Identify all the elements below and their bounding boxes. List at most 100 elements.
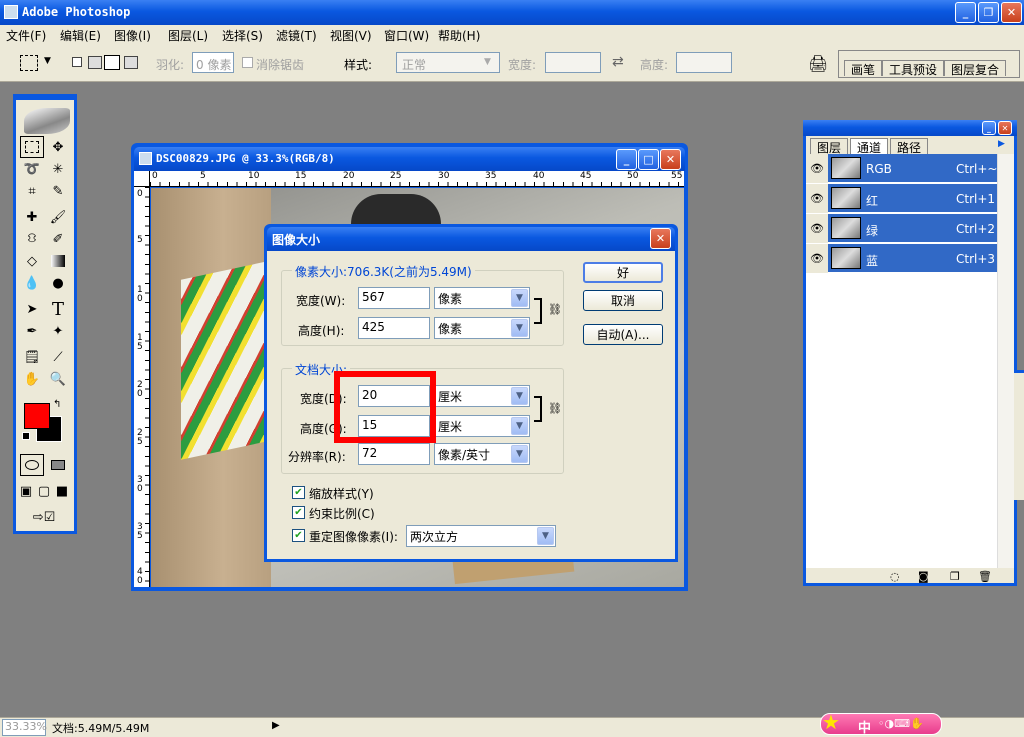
history-brush-tool-icon[interactable]: ✐ — [46, 228, 70, 250]
resample-checkbox[interactable]: ✔ — [292, 529, 305, 542]
selection-new-icon[interactable] — [72, 57, 82, 67]
zoom-tool-icon[interactable]: 🔍 — [46, 368, 70, 390]
minimize-button[interactable]: _ — [955, 2, 976, 23]
cancel-button[interactable]: 取消 — [583, 290, 663, 311]
lasso-tool-icon[interactable]: ➰ — [20, 158, 44, 180]
selection-intersect-icon[interactable] — [124, 56, 138, 69]
screen-mode-full-menu-icon[interactable]: ▢ — [36, 480, 52, 502]
channel-as-selection-icon[interactable]: ◌ — [890, 570, 900, 583]
menu-layer[interactable]: 图层(L) — [168, 27, 208, 45]
type-tool-icon[interactable]: T — [46, 298, 70, 320]
shape-tool-icon[interactable]: ✦ — [46, 320, 70, 342]
constrain-proportions-checkbox[interactable]: ✔ — [292, 506, 305, 519]
resolution-input[interactable]: 72 — [358, 443, 430, 465]
palette-tab-layers[interactable]: 图层 — [810, 138, 849, 155]
swap-colors-icon[interactable]: ↰ — [53, 399, 61, 410]
jump-to-imageready-icon[interactable]: ⇨☑ — [22, 506, 66, 528]
restore-button[interactable]: ❐ — [978, 2, 999, 23]
palette-scrollbar[interactable] — [997, 154, 1014, 568]
quick-mask-mode-icon[interactable] — [46, 454, 70, 476]
brush-tool-icon[interactable]: 🖌 — [46, 206, 70, 228]
marquee-tool-icon[interactable] — [20, 136, 44, 158]
gradient-tool-icon[interactable] — [46, 250, 70, 272]
new-channel-icon[interactable]: ❐ — [950, 570, 960, 583]
document-maximize-button[interactable]: □ — [638, 149, 659, 170]
pixel-width-unit-select[interactable]: 像素 ▼ — [434, 287, 530, 309]
pixel-height-input[interactable]: 425 — [358, 317, 430, 339]
selection-add-icon[interactable] — [88, 56, 102, 69]
ime-options-icon[interactable]: ◦◑⌨✋ — [878, 717, 924, 730]
pixel-width-input[interactable]: 567 — [358, 287, 430, 309]
standard-mode-icon[interactable] — [20, 454, 44, 476]
ime-mode-label[interactable]: 中 — [858, 717, 871, 736]
clone-stamp-tool-icon[interactable]: ⛻ — [20, 228, 44, 250]
palette-tab-brushes[interactable]: 画笔 — [844, 60, 883, 77]
move-tool-icon[interactable]: ✥ — [46, 136, 70, 158]
eye-icon[interactable]: 👁 — [806, 214, 828, 243]
zoom-level[interactable]: 33.33% — [2, 719, 47, 736]
palette-menu-icon[interactable]: ▶ — [998, 139, 1005, 149]
palette-tab-layer-comps[interactable]: 图层复合 — [944, 60, 1007, 77]
channel-row[interactable]: 👁 RGB Ctrl+~ — [806, 154, 1014, 183]
eraser-tool-icon[interactable]: ◇ — [20, 250, 44, 272]
document-minimize-button[interactable]: _ — [616, 149, 637, 170]
document-close-button[interactable]: ✕ — [660, 149, 681, 170]
ok-button[interactable]: 好 — [583, 262, 663, 283]
menu-select[interactable]: 选择(S) — [222, 27, 263, 45]
trash-icon[interactable]: 🗑 — [978, 570, 992, 583]
channel-row[interactable]: 👁 绿 Ctrl+2 — [806, 214, 1014, 243]
channel-row[interactable]: 👁 红 Ctrl+1 — [806, 184, 1014, 213]
dialog-close-button[interactable]: ✕ — [650, 228, 671, 249]
pixel-height-unit-select[interactable]: 像素 ▼ — [434, 317, 530, 339]
screen-mode-full-icon[interactable]: ■ — [54, 480, 70, 502]
close-button[interactable]: ✕ — [1001, 2, 1022, 23]
dialog-titlebar[interactable] — [267, 227, 675, 251]
palette-minimize-button[interactable]: _ — [982, 121, 996, 135]
notes-tool-icon[interactable]: 🗒 — [20, 346, 44, 368]
healing-brush-tool-icon[interactable]: ✚ — [20, 206, 44, 228]
dodge-tool-icon[interactable]: ● — [46, 272, 70, 294]
palette-close-button[interactable]: ✕ — [998, 121, 1012, 135]
screen-mode-standard-icon[interactable]: ▣ — [18, 480, 34, 502]
width-input[interactable] — [545, 52, 601, 73]
eye-icon[interactable]: 👁 — [806, 154, 828, 183]
eye-icon[interactable]: 👁 — [806, 184, 828, 213]
resolution-unit-select[interactable]: 像素/英寸 ▼ — [434, 443, 530, 465]
palette-tab-paths[interactable]: 路径 — [890, 138, 929, 155]
palette-tab-tool-presets[interactable]: 工具预设 — [882, 60, 945, 77]
chevron-down-icon[interactable]: ▼ — [44, 56, 51, 66]
selection-subtract-icon[interactable] — [104, 55, 120, 70]
default-colors-icon[interactable] — [22, 432, 30, 440]
blur-tool-icon[interactable]: 💧 — [20, 272, 44, 294]
magic-wand-tool-icon[interactable]: ✳ — [46, 158, 70, 180]
path-selection-tool-icon[interactable]: ➤ — [20, 298, 44, 320]
pen-tool-icon[interactable]: ✒ — [20, 320, 44, 342]
menu-image[interactable]: 图像(I) — [114, 27, 151, 45]
file-browser-icon[interactable]: 🖨 — [808, 54, 828, 73]
menu-window[interactable]: 窗口(W) — [384, 27, 429, 45]
menu-file[interactable]: 文件(F) — [6, 27, 46, 45]
swap-icon[interactable]: ⇄ — [612, 54, 624, 70]
menu-filter[interactable]: 滤镜(T) — [276, 27, 317, 45]
resample-method-select[interactable]: 两次立方 ▼ — [406, 525, 556, 547]
eyedropper-tool-icon[interactable]: ⟋ — [46, 346, 70, 368]
doc-width-unit-select[interactable]: 厘米 ▼ — [434, 385, 530, 407]
status-menu-arrow-icon[interactable]: ▶ — [272, 720, 280, 731]
auto-button[interactable]: 自动(A)... — [583, 324, 663, 345]
save-selection-icon[interactable]: ◙ — [918, 570, 929, 583]
channel-row[interactable]: 👁 蓝 Ctrl+3 — [806, 244, 1014, 273]
marquee-tool-preset-icon[interactable] — [20, 55, 38, 71]
eye-icon[interactable]: 👁 — [806, 244, 828, 273]
menu-help[interactable]: 帮助(H) — [438, 27, 480, 45]
doc-height-unit-select[interactable]: 厘米 ▼ — [434, 415, 530, 437]
palette-tab-channels[interactable]: 通道 — [850, 138, 889, 155]
height-input[interactable] — [676, 52, 732, 73]
scale-styles-checkbox[interactable]: ✔ — [292, 486, 305, 499]
slice-tool-icon[interactable]: ✎ — [46, 180, 70, 202]
menu-view[interactable]: 视图(V) — [330, 27, 372, 45]
foreground-color-swatch[interactable] — [24, 403, 50, 429]
crop-tool-icon[interactable]: ⌗ — [20, 180, 44, 202]
antialias-checkbox[interactable] — [242, 57, 253, 68]
hand-tool-icon[interactable]: ✋ — [20, 368, 44, 390]
menu-edit[interactable]: 编辑(E) — [60, 27, 101, 45]
